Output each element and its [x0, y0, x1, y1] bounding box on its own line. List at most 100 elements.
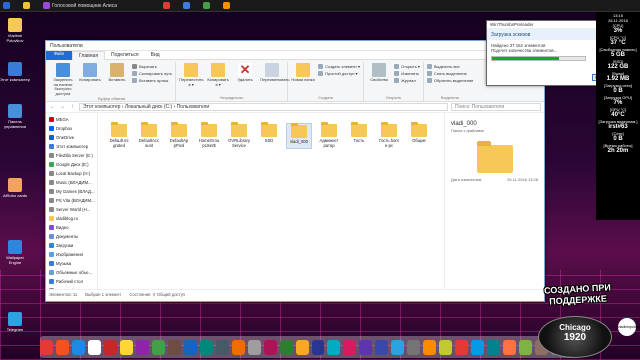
dock-app-icon[interactable] — [263, 339, 277, 355]
dock-app-icon[interactable] — [487, 339, 501, 355]
tab-share[interactable]: Поделиться — [105, 51, 145, 60]
folder-item[interactable]: Гость — [346, 122, 372, 149]
nav-item[interactable]: Google Диск (Е:) — [46, 160, 97, 169]
up-arrow-icon[interactable]: ↑ — [69, 104, 76, 110]
desktop-icon[interactable]: AiRobo cards — [0, 178, 30, 198]
forward-arrow-icon[interactable]: → — [59, 104, 66, 110]
tab-home[interactable]: Главная — [72, 50, 106, 60]
dock-app-icon[interactable] — [135, 339, 149, 355]
nav-item[interactable]: Music (ВЛАДИМ... — [46, 178, 97, 187]
move-to-button[interactable]: Переместить в ▾ — [179, 62, 204, 87]
folder-item[interactable]: SSD — [256, 122, 282, 149]
copy-button[interactable]: Копировать — [78, 62, 102, 83]
nav-item[interactable]: My Games (ВЛАД... — [46, 187, 97, 196]
dock-app-icon[interactable] — [71, 339, 85, 355]
dock-app-icon[interactable] — [183, 339, 197, 355]
dock-app-icon[interactable] — [327, 339, 341, 355]
dock-app-icon[interactable] — [423, 339, 437, 355]
folder-item[interactable]: OVRLibrary Service — [226, 122, 252, 149]
dock-app-icon[interactable] — [151, 339, 165, 355]
dock-app-icon[interactable] — [359, 339, 373, 355]
nav-item[interactable]: Server World (Н... — [46, 205, 97, 214]
dock-app-icon[interactable] — [295, 339, 309, 355]
folder-item[interactable]: Админист ратор — [316, 122, 342, 149]
taskbar-item[interactable] — [180, 0, 200, 12]
nav-item[interactable]: MEGA — [46, 115, 97, 124]
desktop-icon[interactable]: Telegram — [0, 312, 30, 332]
nav-item[interactable]: Документы — [46, 232, 97, 241]
dock-app-icon[interactable] — [40, 339, 53, 355]
taskbar-item[interactable] — [200, 0, 220, 12]
folder-item[interactable]: Общие — [406, 122, 432, 149]
dock-app-icon[interactable] — [215, 339, 229, 355]
invert-selection-button[interactable]: Обратить выделение — [426, 77, 473, 83]
folder-item[interactable]: Гость.hom e-pc — [376, 122, 402, 149]
dock-app-icon[interactable] — [343, 339, 357, 355]
history-button[interactable]: Журнал — [394, 77, 420, 83]
taskbar-item[interactable] — [20, 0, 40, 12]
dock-app-icon[interactable] — [519, 339, 533, 355]
rename-button[interactable]: Переименовать — [260, 62, 289, 83]
nav-item[interactable]: Объемные объе... — [46, 268, 97, 277]
edit-button[interactable]: Изменить — [394, 70, 420, 76]
folder-item[interactable]: Default.mi grated — [106, 122, 132, 149]
copy-path-button[interactable]: Скопировать путь — [132, 70, 172, 76]
desktop-icon[interactable]: Wallpaper Engine — [0, 240, 30, 265]
search-input[interactable]: Поиск: Пользователи — [451, 103, 541, 111]
nav-item[interactable]: Студия (Владим... — [46, 286, 97, 289]
back-arrow-icon[interactable]: ← — [49, 104, 56, 110]
dock-app-icon[interactable] — [231, 339, 245, 355]
taskbar-item[interactable] — [220, 0, 240, 12]
dock-app-icon[interactable] — [391, 339, 405, 355]
nav-item[interactable]: Загрузки — [46, 241, 97, 250]
taskbar-item[interactable] — [160, 0, 180, 12]
properties-button[interactable]: Свойства — [367, 62, 391, 83]
nav-item[interactable]: Рабочий стол — [46, 277, 97, 286]
nav-item[interactable]: Local Backup (H:) — [46, 169, 97, 178]
paste-shortcut-button[interactable]: Вставить ярлык — [132, 77, 172, 83]
nav-item[interactable]: PS Vita (ВЛАДИМ... — [46, 196, 97, 205]
nav-item[interactable]: Этот компьютер — [46, 142, 97, 151]
dock-app-icon[interactable] — [119, 339, 133, 355]
pin-button[interactable]: Закрепить на панели быстрого доступа — [51, 62, 75, 96]
easy-access-button[interactable]: Простой доступ ▾ — [318, 70, 360, 76]
dock-app-icon[interactable] — [247, 339, 261, 355]
nav-item[interactable]: Видео — [46, 223, 97, 232]
dock-app-icon[interactable] — [439, 339, 453, 355]
folder-item[interactable]: DefaultAp pPool — [166, 122, 192, 149]
dock-app-icon[interactable] — [407, 339, 421, 355]
dock-app-icon[interactable] — [87, 339, 101, 355]
window-titlebar[interactable]: Пользователи — ☐ ✕ — [46, 41, 544, 51]
folder-item[interactable]: DefaultAcc ount — [136, 122, 162, 149]
new-folder-button[interactable]: Новая папка — [291, 62, 315, 83]
folder-item[interactable]: HomeGrou pUser$ — [196, 122, 222, 149]
desktop-icon[interactable]: Панель управления — [0, 104, 30, 129]
open-button[interactable]: Открыть ▾ — [394, 63, 420, 69]
tab-file[interactable]: Файл — [46, 50, 72, 60]
taskbar-item[interactable]: Голосовой помощник Алиса — [40, 0, 160, 12]
select-none-button[interactable]: Снять выделение — [426, 70, 474, 76]
dock-app-icon[interactable] — [199, 339, 213, 355]
new-item-button[interactable]: Создать элемент ▾ — [318, 63, 360, 69]
desktop-icon[interactable]: Vladimir Polovikov — [0, 18, 30, 43]
select-all-button[interactable]: Выделить все — [426, 63, 474, 69]
taskbar-item[interactable] — [0, 0, 20, 12]
dock-app-icon[interactable] — [375, 339, 389, 355]
nav-item[interactable]: Dropbox — [46, 124, 97, 133]
delete-button[interactable]: ✕ Удалить — [233, 62, 257, 83]
dock-app-icon[interactable] — [471, 339, 485, 355]
desktop-icon[interactable]: Этот компьютер — [0, 62, 30, 82]
dock-app-icon[interactable] — [56, 339, 69, 355]
cut-button[interactable]: Вырезать — [132, 63, 172, 69]
nav-item[interactable]: FileZilla Server (E:) — [46, 151, 97, 160]
nav-item[interactable]: vladiblog.ru — [46, 214, 97, 223]
address-bar[interactable]: Этот компьютер › Локальный диск (C:) › П… — [79, 103, 448, 111]
tab-view[interactable]: Вид — [145, 51, 166, 60]
dock-app-icon[interactable] — [103, 339, 117, 355]
dock-app-icon[interactable] — [311, 339, 325, 355]
dock-app-icon[interactable] — [503, 339, 517, 355]
folder-item[interactable]: vladi_000 — [286, 123, 312, 150]
dock-app-icon[interactable] — [279, 339, 293, 355]
nav-item[interactable]: OneDrive — [46, 133, 97, 142]
copy-to-button[interactable]: Копировать в ▾ — [206, 62, 230, 87]
